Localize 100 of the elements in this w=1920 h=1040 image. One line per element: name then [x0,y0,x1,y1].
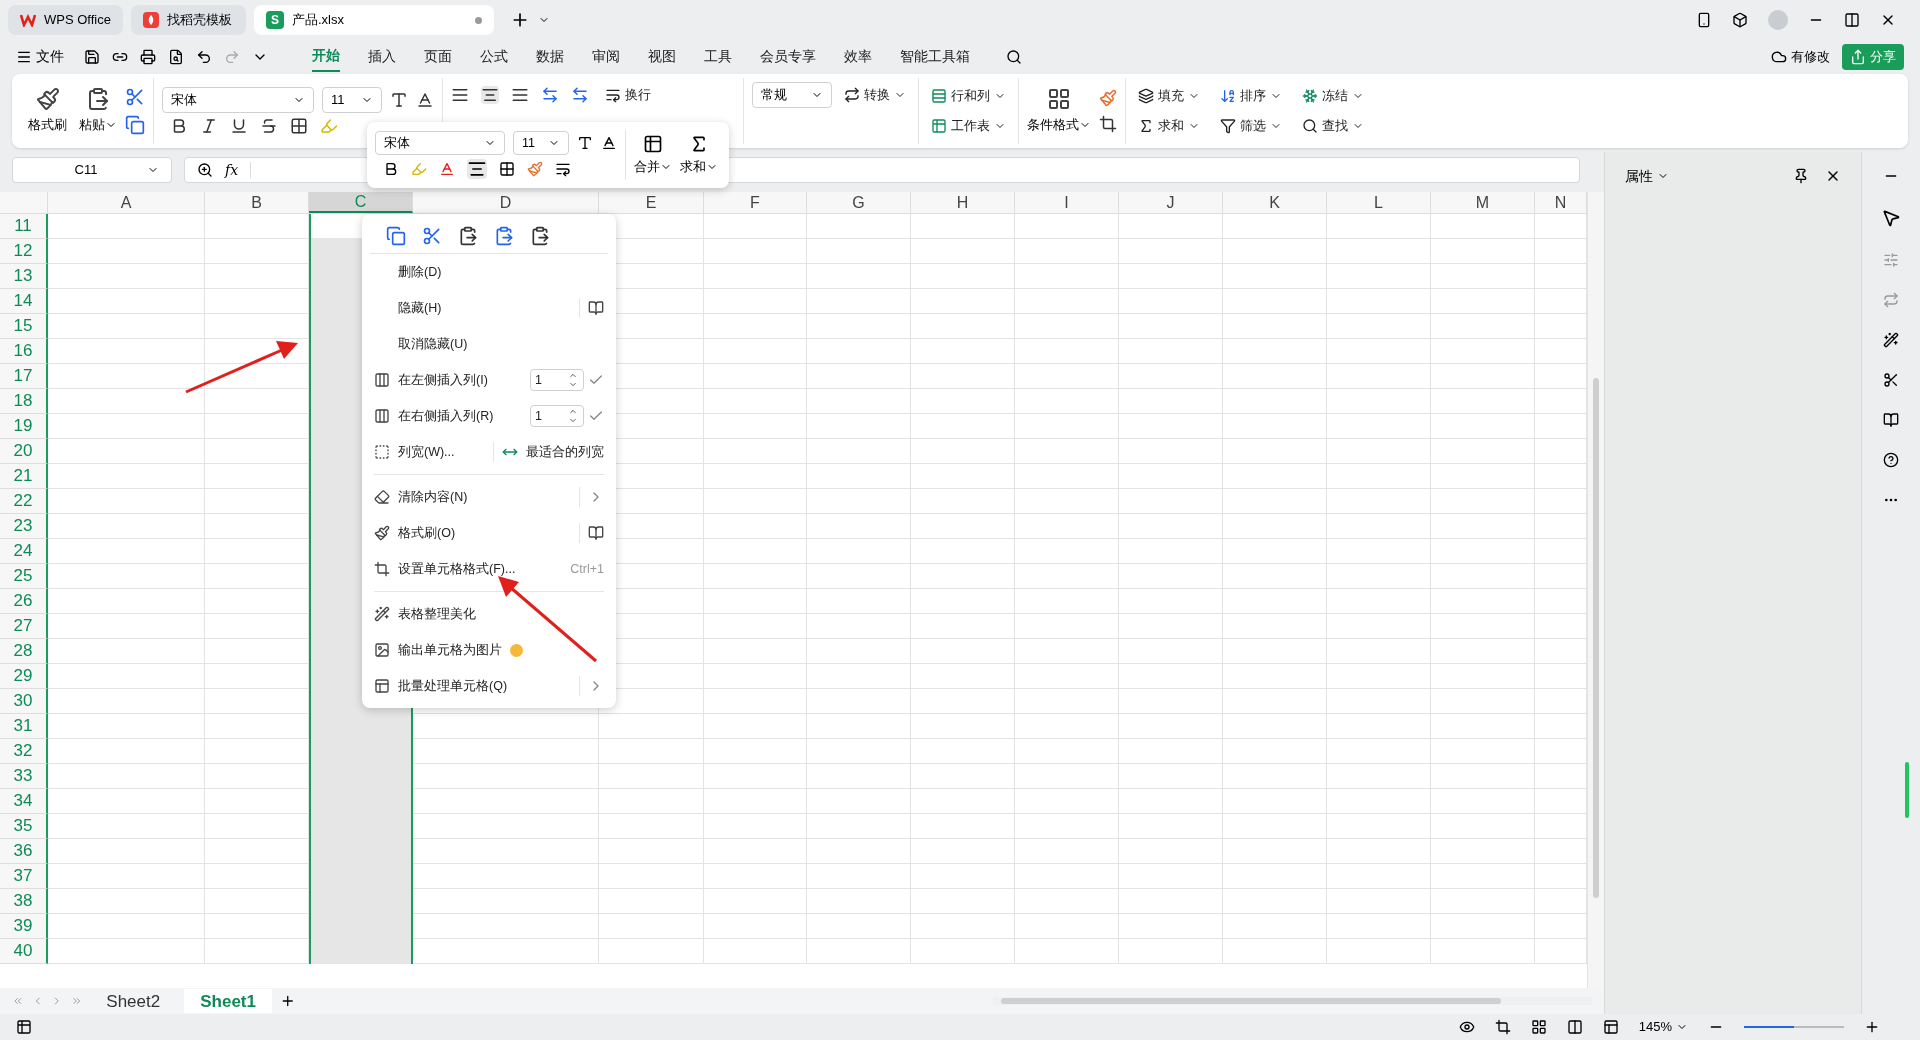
panel-title[interactable]: 属性 [1625,165,1669,187]
menu-item[interactable]: 清除内容(N) [362,479,616,515]
row-header[interactable]: 18 [0,389,48,414]
pointer-icon[interactable] [1881,208,1901,228]
row-header[interactable]: 21 [0,464,48,489]
menu-item[interactable]: 设置单元格格式(F)... Ctrl+1 [362,551,616,587]
paste-special-icon[interactable] [530,225,550,246]
document-tab[interactable]: WPS Office [8,5,123,35]
horizontal-scrollbar[interactable] [993,997,1592,1005]
borders-icon[interactable] [290,117,308,135]
pin-icon[interactable] [1793,168,1809,184]
font-size-dropdown[interactable]: 11 [322,87,382,113]
row-header[interactable]: 20 [0,439,48,464]
row-header[interactable]: 28 [0,639,48,664]
conditional-format-button[interactable]: 条件格式 [1027,87,1091,135]
ribbon-tab[interactable]: 效率 [844,42,872,72]
cube-icon[interactable] [1732,12,1748,28]
undo-icon[interactable] [196,49,212,65]
font-dropdown[interactable]: 宋体 [162,87,314,113]
column-header[interactable]: G [807,192,911,213]
row-header[interactable]: 29 [0,664,48,689]
row-header[interactable]: 30 [0,689,48,714]
paste-text-icon[interactable] [494,225,514,246]
menu-item[interactable]: 取消隐藏(U) [362,326,616,362]
vertical-scrollbar[interactable] [1587,192,1604,988]
paste-icon[interactable] [458,225,478,246]
help-icon[interactable] [1883,452,1899,468]
row-header[interactable]: 32 [0,739,48,764]
row-header[interactable]: 14 [0,289,48,314]
menu-item[interactable]: 隐藏(H) [374,298,571,318]
ribbon-tab[interactable]: 会员专享 [760,42,816,72]
row-header[interactable]: 19 [0,414,48,439]
copy-icon[interactable] [125,115,145,135]
page-layout-icon[interactable] [1566,1019,1583,1035]
shrink-font-icon[interactable] [416,91,434,109]
menu-item[interactable]: 表格整理美化 [362,596,616,632]
row-header[interactable]: 23 [0,514,48,539]
quick-action-icon[interactable] [588,300,604,316]
rows-columns-button[interactable]: 行和列 [927,83,1010,109]
number-format-dropdown[interactable]: 常规 [752,82,832,108]
column-header[interactable]: F [704,192,807,213]
strikethrough-icon[interactable] [260,117,278,135]
cell-style-icon[interactable] [1099,89,1117,107]
quick-action-icon[interactable] [588,525,604,541]
zoom-level[interactable]: 145% [1638,1017,1688,1037]
row-header[interactable]: 22 [0,489,48,514]
normal-view-icon[interactable] [1530,1019,1547,1035]
menu-item[interactable]: 删除(D) [362,254,616,290]
wrap-icon[interactable] [555,161,571,177]
restore-icon[interactable] [1844,12,1860,28]
align-middle-icon[interactable] [481,86,499,104]
share-button[interactable]: 分享 [1842,44,1904,70]
sliders-icon[interactable] [1883,252,1899,268]
grow-font-icon[interactable] [390,91,408,109]
print-preview-icon[interactable] [168,49,184,65]
page-break-icon[interactable] [1602,1019,1619,1035]
save-status-button[interactable]: 有修改 [1771,47,1830,67]
grow-font-icon[interactable] [577,135,593,151]
font-color-icon[interactable] [439,161,455,177]
row-header[interactable]: 26 [0,589,48,614]
print-icon[interactable] [140,49,156,65]
sheet-tab[interactable]: Sheet2 [90,989,177,1013]
wrap-text-button[interactable]: 换行 [601,82,655,108]
column-header[interactable]: D [413,192,599,213]
column-header[interactable]: I [1015,192,1119,213]
document-tab[interactable]: S 产品.xlsx [254,5,494,35]
row-header[interactable]: 34 [0,789,48,814]
convert-button[interactable]: 转换 [840,82,910,108]
font-size-dropdown[interactable]: 11 [513,131,569,155]
row-header[interactable]: 13 [0,264,48,289]
filter-button[interactable]: 筛选 [1216,113,1286,139]
fill-color-icon[interactable] [411,161,427,177]
row-header[interactable]: 40 [0,939,48,964]
count-spinner[interactable]: 1 [530,369,584,391]
menu-item[interactable]: 输出单元格为图片 [362,632,616,668]
align-top-icon[interactable] [451,86,469,104]
align-bottom-icon[interactable] [511,86,529,104]
row-header[interactable]: 17 [0,364,48,389]
ribbon-tab[interactable]: 插入 [368,42,396,72]
row-header[interactable]: 35 [0,814,48,839]
wand-icon[interactable] [1883,332,1899,348]
menu-item[interactable]: 列宽(W)... [374,442,485,462]
column-header[interactable]: E [599,192,704,213]
find-button[interactable]: 查找 [1298,113,1368,139]
row-header[interactable]: 31 [0,714,48,739]
fill-button[interactable]: 填充 [1134,83,1204,109]
shrink-font-icon[interactable] [601,135,617,151]
indent-decrease-icon[interactable] [541,86,559,104]
row-header[interactable]: 37 [0,864,48,889]
count-spinner[interactable]: 1 [530,405,584,427]
menu-item[interactable]: 格式刷(O) [374,523,571,543]
column-header[interactable]: H [911,192,1015,213]
ribbon-tab[interactable]: 开始 [312,42,340,72]
copy-icon[interactable] [386,225,406,246]
row-header[interactable]: 39 [0,914,48,939]
format-painter-button[interactable]: 格式刷 [24,87,71,135]
borders-icon[interactable] [499,161,515,177]
row-header[interactable]: 33 [0,764,48,789]
ribbon-tab[interactable]: 视图 [648,42,676,72]
sum-button[interactable]: 求和 [1134,113,1204,139]
